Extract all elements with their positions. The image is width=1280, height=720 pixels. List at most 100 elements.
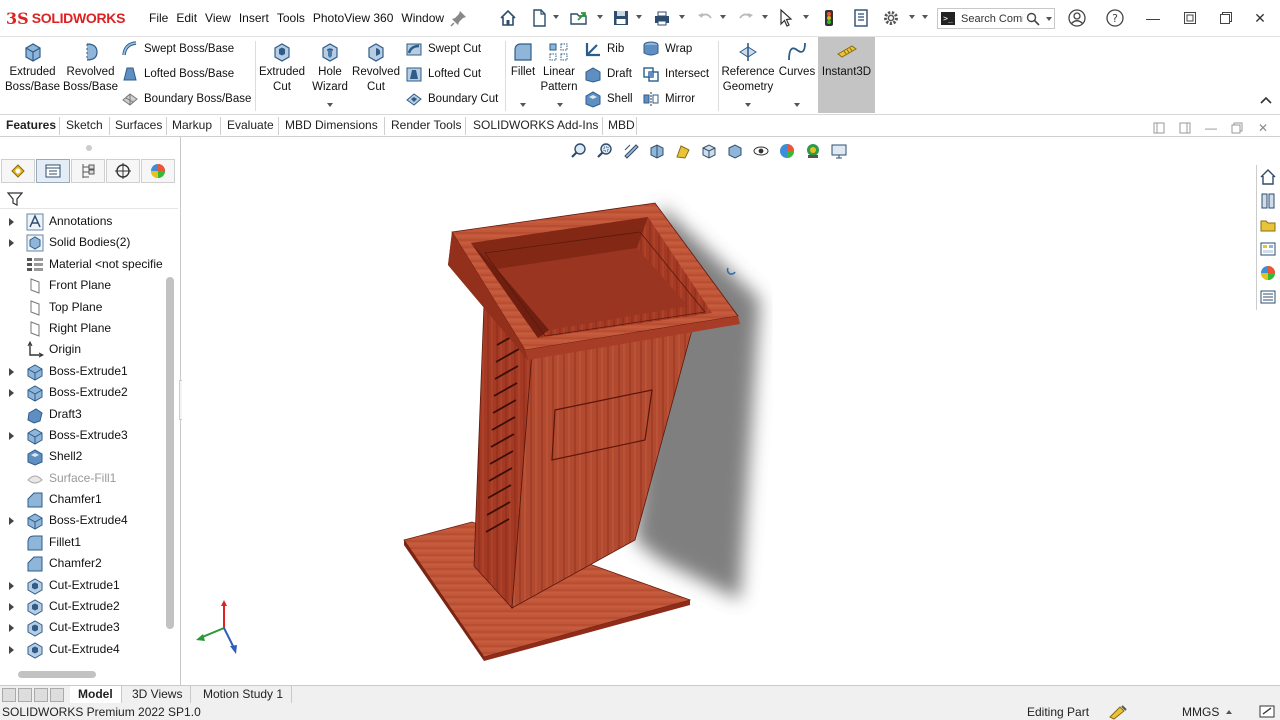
appearances-scenes-icon[interactable] [1258,262,1278,284]
next-tab-button[interactable] [34,688,48,702]
expand-arrow-icon[interactable] [9,218,14,226]
units-menu-caret[interactable] [1226,710,1232,714]
collapse-ribbon-chevron-icon[interactable] [1259,95,1273,105]
instant3d-toggle[interactable]: Instant3D [818,37,875,113]
lofted-boss-button[interactable]: Lofted Boss/Base [121,63,234,85]
tree-item-right-plane[interactable]: Right Plane [0,318,164,339]
tab-mbd[interactable]: MBD [605,118,638,132]
solidworks-resources-icon[interactable] [1258,166,1278,188]
help-icon[interactable]: ? [1104,8,1126,28]
shell-button[interactable]: Shell [584,88,633,110]
search-icon[interactable] [1026,12,1040,26]
expand-arrow-icon[interactable] [9,367,14,376]
dynamic-annotation-icon[interactable] [672,141,694,161]
lofted-cut-button[interactable]: Lofted Cut [405,63,481,85]
search-dropdown-caret[interactable] [1046,17,1052,21]
expand-arrow-icon[interactable] [9,389,14,398]
tab-features[interactable]: Features [3,118,59,132]
menu-window[interactable]: Window [397,11,448,25]
restore-down-button[interactable] [1177,7,1203,29]
tree-item-boss-extrude3[interactable]: Boss-Extrude3 [0,425,164,446]
open-document-icon[interactable] [568,8,590,28]
options-gear-icon[interactable] [880,8,902,28]
tree-item-cut-extrude2[interactable]: Cut-Extrude2 [0,596,164,617]
hide-show-items-icon[interactable] [750,141,772,161]
minimize-button[interactable]: — [1140,7,1166,29]
tab-model[interactable]: Model [70,686,122,704]
tree-vertical-scrollbar[interactable] [166,277,174,629]
tree-item-cut-extrude3[interactable]: Cut-Extrude3 [0,617,164,638]
menu-insert[interactable]: Insert [235,11,273,25]
tree-item-origin[interactable]: Origin [0,339,164,360]
filter-icon[interactable] [7,191,23,207]
customize-status-icon[interactable] [1258,704,1276,719]
intersect-button[interactable]: Intersect [642,63,709,85]
previous-tab-button[interactable] [18,688,32,702]
hole-wizard-dropdown-caret[interactable] [327,103,333,107]
extruded-boss-button[interactable]: Extruded Boss/Base [5,40,60,95]
edit-appearance-icon[interactable] [776,141,798,161]
maximize-button[interactable] [1213,7,1239,29]
menu-edit[interactable]: Edit [172,11,201,25]
expand-arrow-icon[interactable] [9,581,14,590]
apply-scene-icon[interactable] [802,141,824,161]
tree-item-cut-extrude1[interactable]: Cut-Extrude1 [0,575,164,596]
close-button[interactable]: ✕ [1247,7,1273,29]
tab-surfaces[interactable]: Surfaces [112,118,165,132]
expand-arrow-icon[interactable] [9,431,14,440]
user-account-icon[interactable] [1066,8,1088,28]
new-dropdown-caret[interactable] [553,15,559,19]
open-dropdown-caret[interactable] [597,15,603,19]
tree-item-boss-extrude2[interactable]: Boss-Extrude2 [0,382,164,403]
viewport-close-button[interactable]: ✕ [1254,120,1272,136]
fillet-dropdown-caret[interactable] [520,103,526,107]
viewport-restore-button[interactable] [1228,120,1246,136]
hole-wizard-button[interactable]: Hole Wizard [308,40,352,95]
tree-item-draft3[interactable]: Draft3 [0,404,164,425]
view-orientation-icon[interactable] [698,141,720,161]
draft-button[interactable]: Draft [584,63,632,85]
tab-solidworks-addins[interactable]: SOLIDWORKS Add-Ins [470,118,601,132]
revolved-cut-button[interactable]: Revolved Cut [352,40,400,95]
menu-file[interactable]: File [145,11,172,25]
rib-button[interactable]: Rib [584,38,624,60]
last-tab-button[interactable] [50,688,64,702]
home-icon[interactable] [497,8,519,28]
rebuild-icon[interactable] [818,8,840,28]
print-icon[interactable] [651,8,673,28]
solidworks-logo[interactable]: 3S SOLIDWORKS [6,8,125,28]
tree-horizontal-scrollbar[interactable] [18,671,96,678]
tree-item-annotations[interactable]: Annotations [0,211,164,232]
linear-pattern-dropdown-caret[interactable] [557,103,563,107]
configuration-manager-tab-icon[interactable] [71,159,105,183]
file-properties-icon[interactable] [850,8,872,28]
swept-cut-button[interactable]: Swept Cut [405,38,481,60]
viewport-minimize-button[interactable]: — [1202,120,1220,136]
wrap-button[interactable]: Wrap [642,38,692,60]
previous-view-icon[interactable] [620,141,642,161]
new-document-icon[interactable] [528,8,550,28]
tab-motion-study-1[interactable]: Motion Study 1 [195,686,293,704]
graphics-area[interactable] [182,137,1258,685]
select-cursor-icon[interactable] [775,8,797,28]
view-palette-icon[interactable] [1258,238,1278,260]
view-settings-icon[interactable] [828,141,850,161]
tab-markup[interactable]: Markup [169,118,215,132]
redo-dropdown-caret[interactable] [762,15,768,19]
tree-item-fillet1[interactable]: Fillet1 [0,532,164,553]
extruded-cut-button[interactable]: Extruded Cut [257,40,307,95]
options-dropdown-caret[interactable] [909,15,915,19]
expand-arrow-icon[interactable] [9,517,14,526]
tree-item-shell2[interactable]: Shell2 [0,446,164,467]
toolbar-more-caret[interactable] [922,15,928,19]
rebuild-status-icon[interactable] [1108,704,1128,720]
tree-item-chamfer1[interactable]: Chamfer1 [0,489,164,510]
reference-geometry-button[interactable]: Reference Geometry [720,40,776,95]
zoom-to-fit-icon[interactable] [568,141,590,161]
search-box[interactable]: >_ Search Comi [937,8,1055,29]
tab-mbd-dimensions[interactable]: MBD Dimensions [282,118,381,132]
mirror-button[interactable]: Mirror [642,88,695,110]
menu-photoview[interactable]: PhotoView 360 [309,11,398,25]
file-explorer-icon[interactable] [1258,214,1278,236]
tab-sketch[interactable]: Sketch [63,118,106,132]
